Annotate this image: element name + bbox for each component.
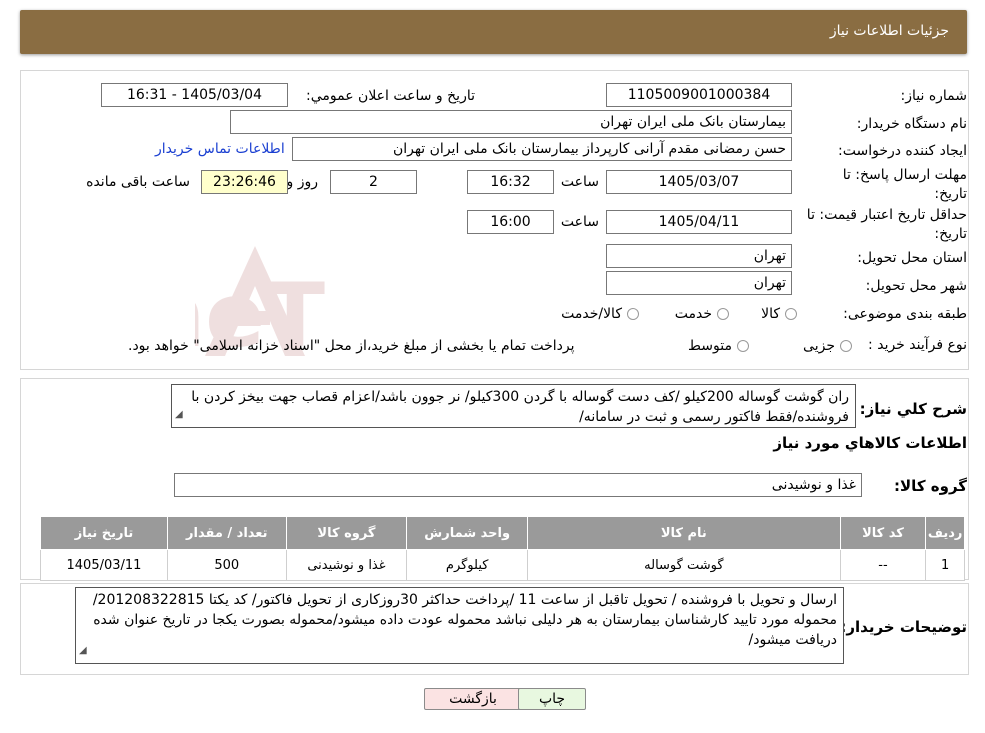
cell-item-name: گوشت گوساله — [527, 549, 841, 581]
validity-date-field[interactable]: 1405/04/11 — [606, 210, 792, 234]
cell-need-date: 1405/03/11 — [40, 549, 168, 581]
summary-textarea[interactable]: ران گوشت گوساله 200کیلو /کف دست گوساله ب… — [171, 384, 856, 428]
province-field[interactable]: تهران — [606, 244, 792, 268]
deadline-time-label: ساعت — [560, 174, 599, 190]
category-radio-both[interactable] — [627, 308, 639, 320]
process-label: نوع فرآیند خرید : — [868, 337, 967, 353]
days-field[interactable]: 2 — [330, 170, 417, 194]
buyer-notes-text: ارسال و تحویل با فروشنده / تحویل تاقبل ا… — [92, 592, 837, 648]
process-option-minor: جزیی — [803, 338, 835, 354]
page-title-bar: جزئیات اطلاعات نیاز — [20, 10, 967, 54]
goods-table: ردیف کد کالا نام کالا واحد شمارش گروه کا… — [40, 516, 965, 581]
col-row-number: ردیف — [925, 516, 965, 550]
buyer-org-label: نام دستگاه خریدار: — [856, 116, 967, 132]
process-radio-medium[interactable] — [737, 340, 749, 352]
validity-time-label: ساعت — [560, 214, 599, 230]
col-quantity: تعداد / مقدار — [166, 516, 287, 550]
back-button[interactable]: بازگشت — [424, 688, 522, 710]
col-item-code: کد کالا — [839, 516, 927, 550]
category-radio-goods[interactable] — [785, 308, 797, 320]
resize-grip-icon[interactable]: ◢ — [79, 641, 87, 661]
validity-time-field[interactable]: 16:00 — [467, 210, 554, 234]
category-option-service: خدمت — [674, 306, 712, 322]
deadline-label: مهلت ارسال پاسخ: تا — [842, 167, 967, 183]
process-option-medium: متوسط — [688, 338, 732, 354]
buyer-org-field[interactable]: بیمارستان بانک ملی ایران تهران — [230, 110, 792, 134]
category-option-goods: کالا — [761, 306, 780, 322]
table-row[interactable]: 1 -- گوشت گوساله کیلوگرم غذا و نوشیدنی 5… — [40, 549, 965, 581]
process-radio-minor[interactable] — [840, 340, 852, 352]
buyer-contact-link[interactable]: اطلاعات تماس خریدار — [155, 141, 285, 157]
need-number-field[interactable]: 1105009001000384 — [606, 83, 792, 107]
cell-group: غذا و نوشیدنی — [285, 549, 408, 581]
buyer-notes-label: توضیحات خریدار: — [840, 618, 967, 636]
col-need-date: تاریخ نیاز — [40, 516, 168, 550]
print-button[interactable]: چاپ — [518, 688, 586, 710]
deadline-time-field[interactable]: 16:32 — [467, 170, 554, 194]
cell-unit: کیلوگرم — [406, 549, 529, 581]
remaining-label: ساعت باقی مانده — [86, 174, 190, 190]
process-note: پرداخت تمام یا بخشی از مبلغ خرید،از محل … — [128, 338, 575, 354]
announce-label: تاریخ و ساعت اعلان عمومي: — [306, 88, 475, 104]
deadline-date-field[interactable]: 1405/03/07 — [606, 170, 792, 194]
validity-label-2: تاریخ: — [934, 226, 967, 242]
city-label: شهر محل تحویل: — [865, 278, 967, 294]
col-group: گروه کالا — [285, 516, 408, 550]
creator-field[interactable]: حسن رمضانی مقدم آرانی کارپرداز بیمارستان… — [292, 137, 792, 161]
creator-label: ایجاد کننده درخواست: — [838, 143, 967, 159]
validity-label: حداقل تاریخ اعتبار قیمت: تا — [806, 207, 967, 223]
page-title: جزئیات اطلاعات نیاز — [829, 23, 949, 39]
cell-row-number: 1 — [925, 549, 965, 581]
deadline-label-2: تاریخ: — [934, 186, 967, 202]
announce-field[interactable]: 1405/03/04 - 16:31 — [101, 83, 288, 107]
goods-section-title: اطلاعات کالاهاي مورد نیاز — [773, 434, 967, 452]
remaining-time-field: 23:26:46 — [201, 170, 288, 194]
col-unit: واحد شمارش — [406, 516, 529, 550]
summary-label: شرح کلي نیاز: — [859, 400, 967, 418]
goods-group-label: گروه کالا: — [894, 477, 967, 495]
resize-grip-icon[interactable]: ◢ — [175, 405, 183, 425]
category-option-both: کالا/خدمت — [561, 306, 622, 322]
cell-quantity: 500 — [166, 549, 287, 581]
goods-group-field[interactable]: غذا و نوشیدنی — [174, 473, 862, 497]
buyer-notes-textarea[interactable]: ارسال و تحویل با فروشنده / تحویل تاقبل ا… — [75, 587, 844, 664]
cell-item-code: -- — [839, 549, 927, 581]
table-header-row: ردیف کد کالا نام کالا واحد شمارش گروه کا… — [40, 516, 965, 550]
days-label: روز و — [286, 174, 319, 190]
category-label: طبقه بندی موضوعی: — [843, 306, 967, 322]
summary-text: ران گوشت گوساله 200کیلو /کف دست گوساله ب… — [191, 389, 849, 425]
province-label: استان محل تحویل: — [857, 250, 967, 266]
category-radio-service[interactable] — [717, 308, 729, 320]
col-item-name: نام کالا — [527, 516, 841, 550]
city-field[interactable]: تهران — [606, 271, 792, 295]
contact-link-wrap[interactable]: اطلاعات تماس خریدار — [155, 141, 285, 157]
need-number-label: شماره نیاز: — [900, 88, 968, 104]
